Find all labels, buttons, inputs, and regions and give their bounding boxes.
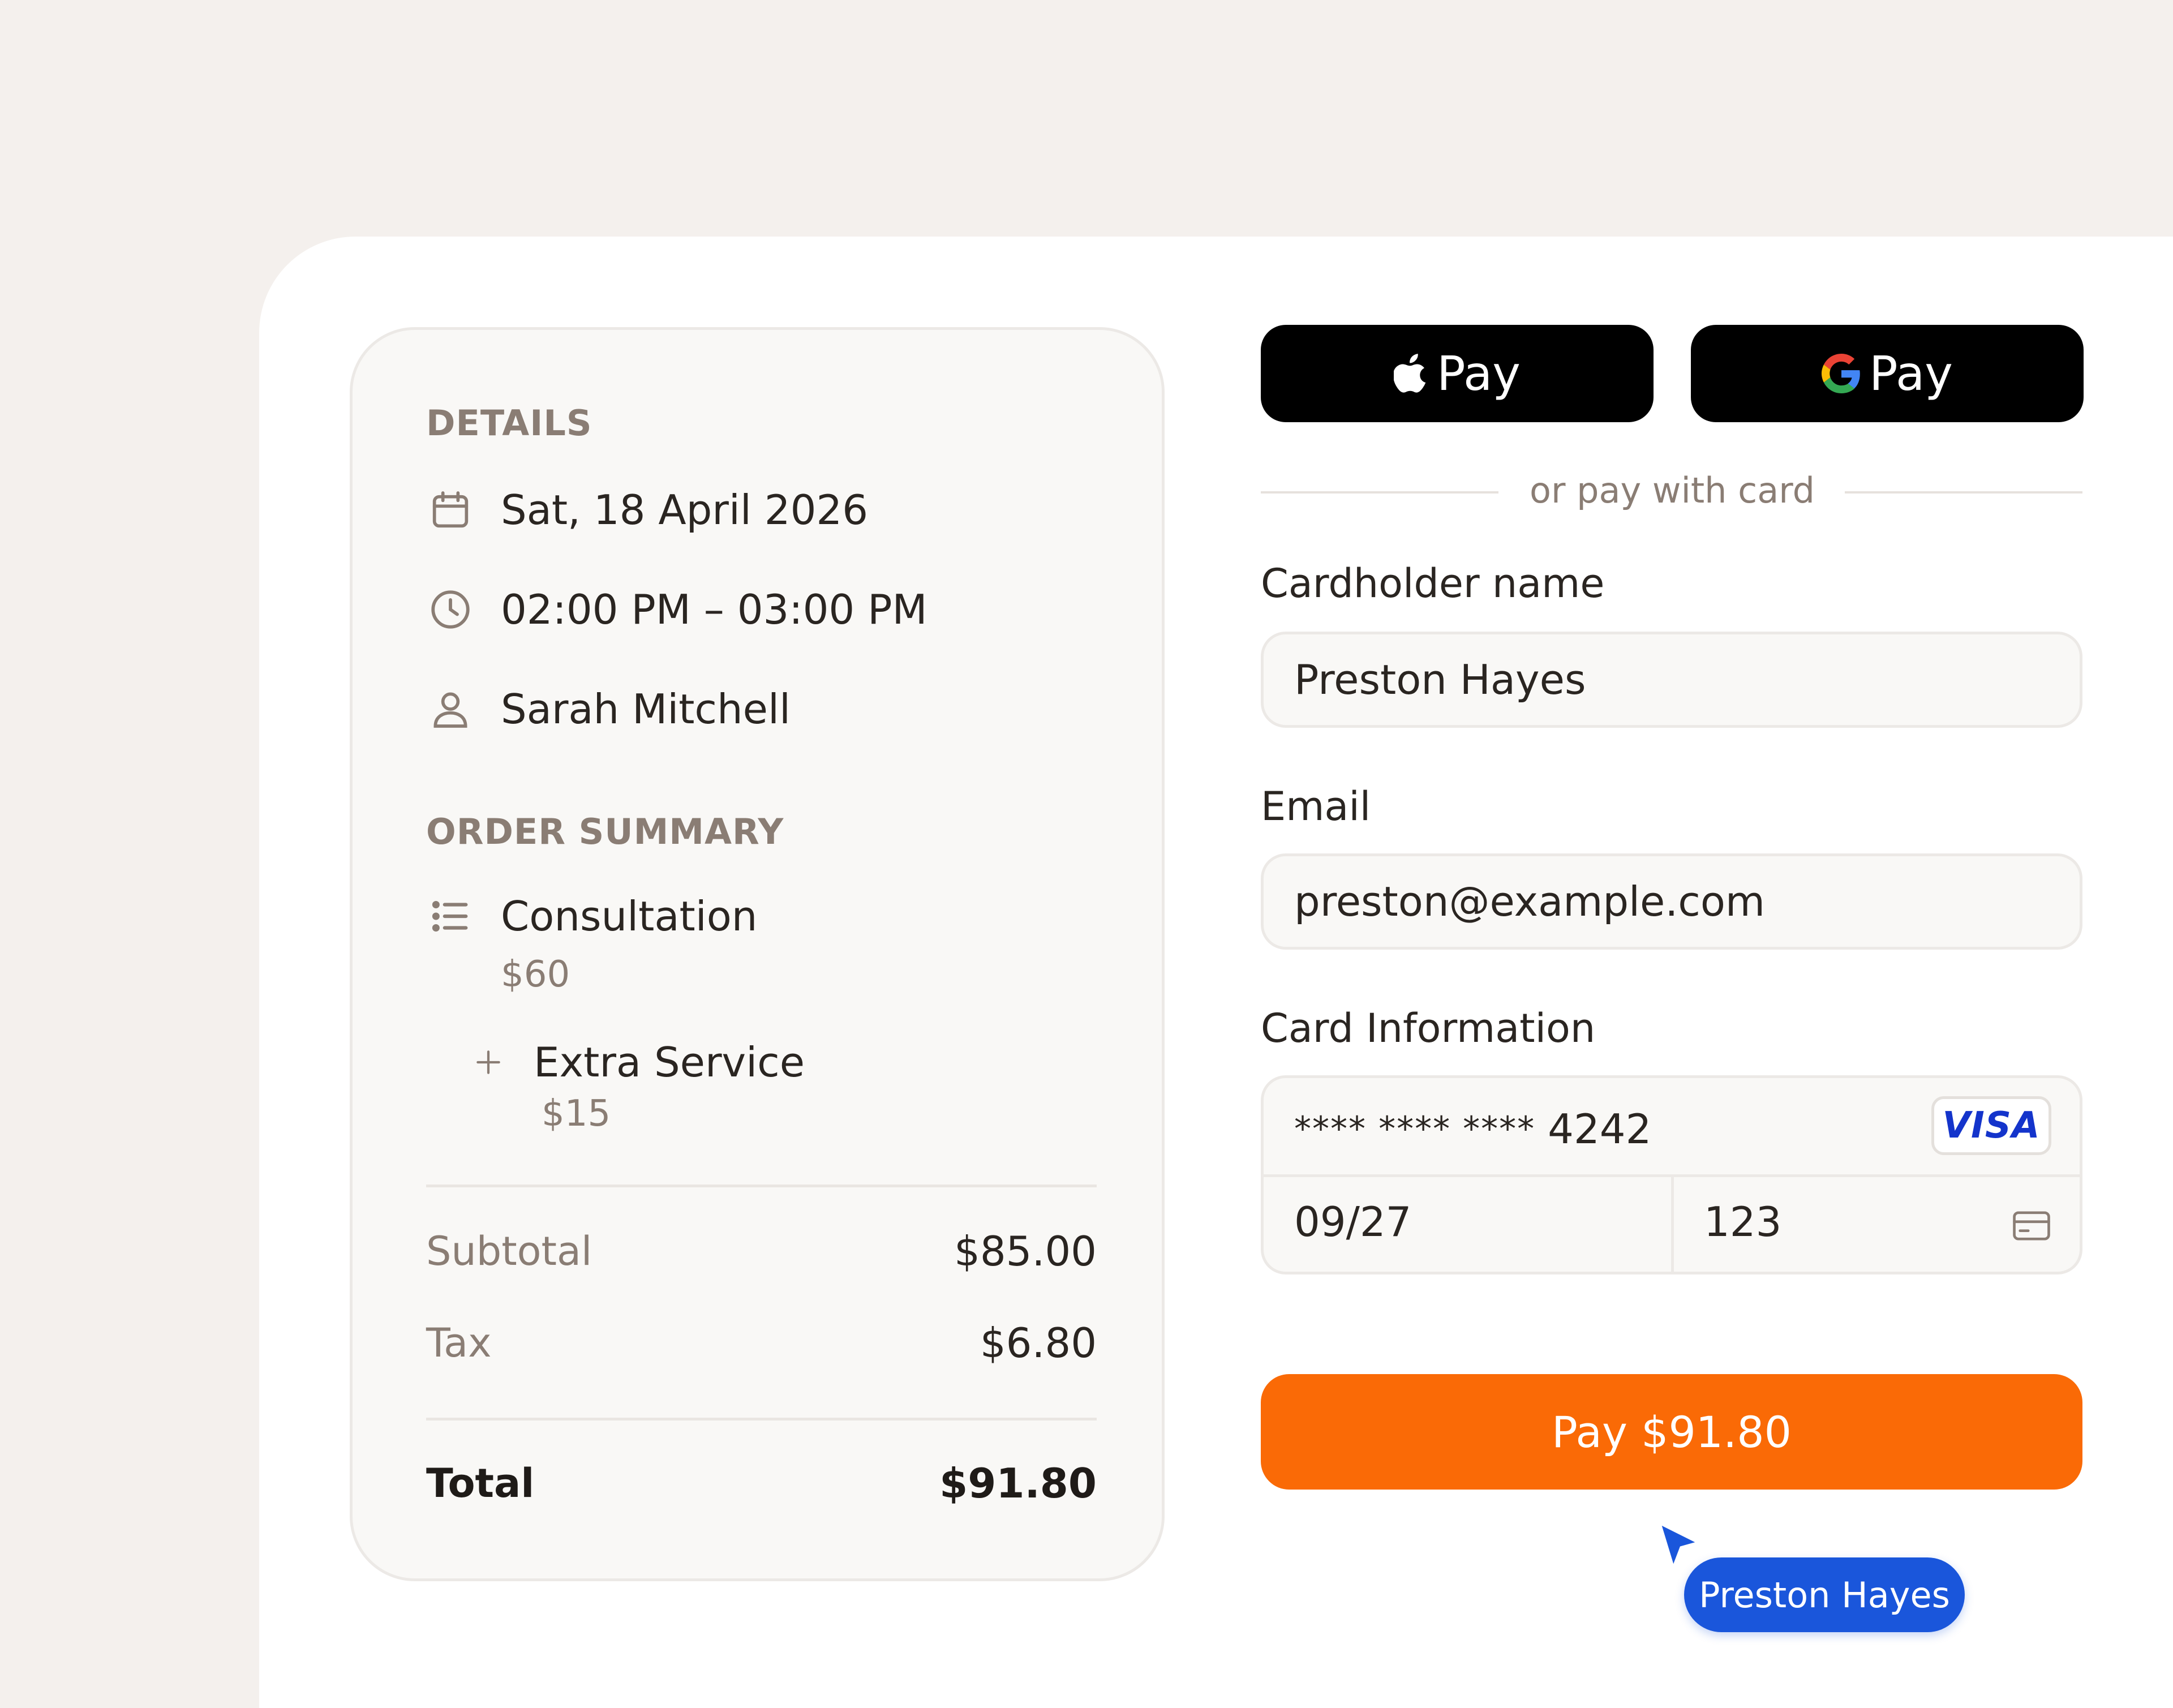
booking-details-card: DETAILS Sat, 18 April 2026 02:00 PM – 03… xyxy=(350,327,1165,1581)
calendar-icon xyxy=(426,486,475,534)
pay-button[interactable]: Pay $91.80 xyxy=(1261,1374,2082,1490)
apple-logo-icon xyxy=(1393,353,1429,394)
google-logo-icon xyxy=(1821,354,1861,393)
booking-date: Sat, 18 April 2026 xyxy=(501,486,869,534)
total-label: Total xyxy=(426,1460,535,1507)
user-icon xyxy=(426,685,475,733)
card-icon xyxy=(2012,1209,2051,1244)
email-value: preston@example.com xyxy=(1294,878,1766,925)
booking-time: 02:00 PM – 03:00 PM xyxy=(501,586,927,633)
pointer-cursor-icon xyxy=(1658,1522,1699,1571)
cardholder-name-value: Preston Hayes xyxy=(1294,656,1586,703)
cvc-input[interactable]: 123 xyxy=(1704,1198,1781,1246)
tax-row: Tax $6.80 xyxy=(426,1319,1097,1367)
card-information-group: **** **** **** 4242 VISA 09/27 123 xyxy=(1261,1075,2082,1274)
order-item-name: Consultation xyxy=(501,892,758,940)
subtotal-row: Subtotal $85.00 xyxy=(426,1228,1097,1275)
total-row: Total $91.80 xyxy=(426,1460,1097,1507)
provider-name: Sarah Mitchell xyxy=(501,685,791,733)
person-row: Sarah Mitchell xyxy=(426,681,791,737)
list-icon xyxy=(426,892,475,941)
order-item-price: $60 xyxy=(501,954,570,995)
plus-icon xyxy=(471,1038,505,1087)
cursor-name-tooltip: Preston Hayes xyxy=(1684,1557,1965,1632)
apple-pay-button[interactable]: Pay xyxy=(1261,325,1654,422)
google-pay-button[interactable]: Pay xyxy=(1691,325,2084,422)
details-heading: DETAILS xyxy=(426,402,592,444)
card-column-divider xyxy=(1671,1177,1674,1272)
cardholder-name-input[interactable]: Preston Hayes xyxy=(1261,632,2082,728)
order-item-extra-service: Extra Service xyxy=(471,1034,805,1091)
clock-icon xyxy=(426,585,475,634)
tax-label: Tax xyxy=(426,1320,492,1366)
email-label: Email xyxy=(1261,783,1371,830)
separator-line-left xyxy=(1261,491,1498,493)
apple-pay-label: Pay xyxy=(1436,346,1521,401)
expiry-input[interactable]: 09/27 xyxy=(1294,1198,1412,1246)
card-information-label: Card Information xyxy=(1261,1005,1596,1052)
order-item-name: Extra Service xyxy=(534,1038,805,1086)
order-item-price: $15 xyxy=(542,1093,611,1135)
google-pay-label: Pay xyxy=(1869,346,1953,401)
subtotal-label: Subtotal xyxy=(426,1228,592,1274)
separator-text: or pay with card xyxy=(1530,470,1815,511)
visa-logo: VISA xyxy=(1931,1096,2051,1155)
card-number-input[interactable]: **** **** **** 4242 xyxy=(1294,1101,1651,1157)
tax-value: $6.80 xyxy=(980,1319,1097,1367)
order-item-consultation: Consultation xyxy=(426,888,757,945)
total-value: $91.80 xyxy=(939,1460,1097,1507)
cardholder-label: Cardholder name xyxy=(1261,560,1605,607)
email-input[interactable]: preston@example.com xyxy=(1261,853,2082,950)
date-row: Sat, 18 April 2026 xyxy=(426,482,868,538)
separator-line-right xyxy=(1845,491,2082,493)
order-summary-heading: ORDER SUMMARY xyxy=(426,811,784,852)
card-number-mask: **** **** **** xyxy=(1294,1109,1536,1149)
summary-divider xyxy=(426,1185,1097,1187)
total-divider xyxy=(426,1418,1097,1421)
card-last4: 4242 xyxy=(1548,1105,1652,1153)
subtotal-value: $85.00 xyxy=(954,1228,1097,1275)
time-row: 02:00 PM – 03:00 PM xyxy=(426,581,927,638)
